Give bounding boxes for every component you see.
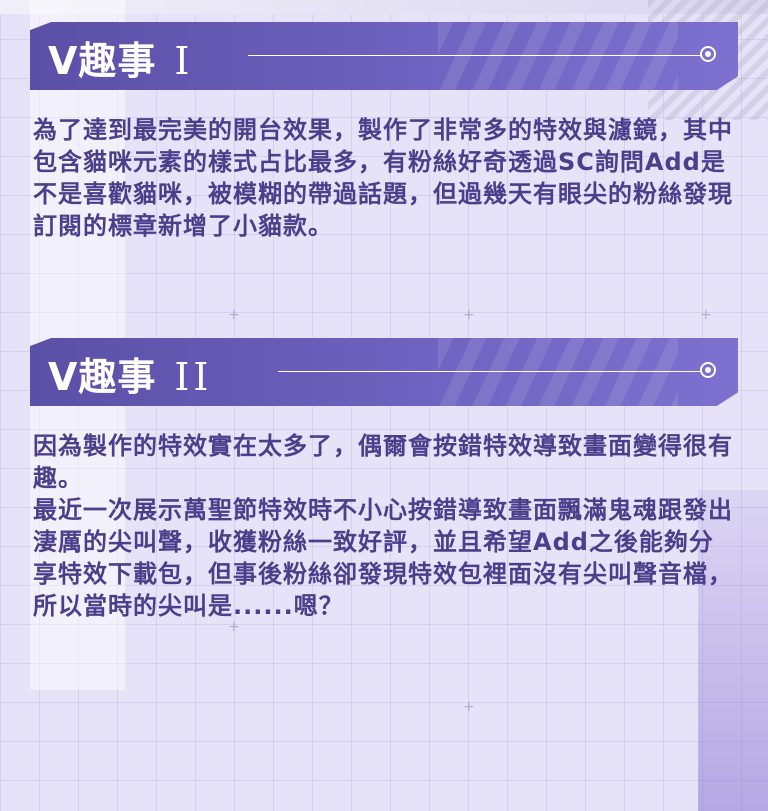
- section-2-paragraph-1: 因為製作的特效實在太多了，偶爾會按錯特效導致畫面變得很有趣。: [33, 432, 733, 492]
- section-title-1: V趣事 I: [48, 30, 193, 85]
- section-title-prefix: V趣事: [48, 355, 157, 399]
- cross-mark-decoration: +: [228, 619, 240, 635]
- cross-mark-decoration: +: [228, 307, 240, 323]
- section-header-1: V趣事 I: [30, 22, 738, 90]
- header-divider-line: [278, 371, 700, 372]
- cross-mark-decoration: +: [463, 307, 475, 323]
- target-dot-icon: [700, 362, 716, 378]
- header-stripes-decoration: [438, 22, 678, 90]
- header-divider-line: [248, 55, 700, 56]
- section-1-paragraph: 為了達到最完美的開台效果，製作了非常多的特效與濾鏡，其中包含貓咪元素的樣式占比最…: [33, 116, 733, 240]
- section-2-paragraph-2: 最近一次展示萬聖節特效時不小心按錯導致畫面飄滿鬼魂跟發出淒厲的尖叫聲，收獲粉絲一…: [33, 496, 733, 620]
- cross-mark-decoration: +: [463, 699, 475, 715]
- section-title-numeral: I: [174, 39, 194, 83]
- section-title-prefix: V趣事: [48, 39, 157, 83]
- header-stripes-decoration: [438, 338, 678, 406]
- section-header-2: V趣事 II: [30, 338, 738, 406]
- target-dot-icon: [700, 46, 716, 62]
- section-title-2: V趣事 II: [48, 346, 212, 401]
- cross-mark-decoration: +: [700, 307, 712, 323]
- section-title-numeral: II: [174, 355, 213, 399]
